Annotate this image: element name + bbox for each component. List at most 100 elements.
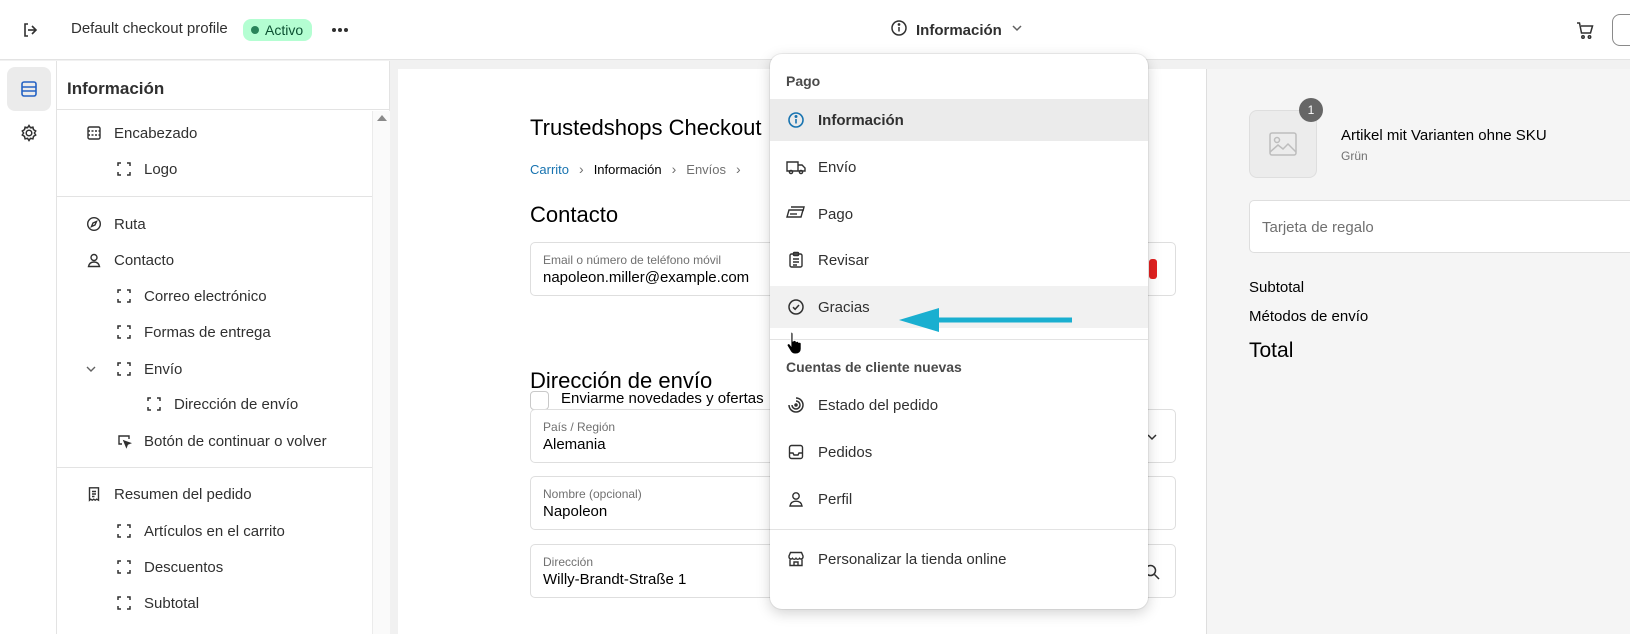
sidebar-item-label: Envío — [144, 360, 183, 378]
settings-icon[interactable] — [7, 111, 51, 155]
menu-item-estado-pedido[interactable]: Estado del pedido — [770, 384, 1148, 426]
sidebar-item-label: Ruta — [114, 215, 146, 233]
sidebar-item-articulos[interactable]: Artículos en el carrito — [113, 519, 285, 543]
chevron-down-icon[interactable] — [83, 361, 99, 377]
block-icon — [143, 393, 165, 415]
product-name: Artikel mit Varianten ohne SKU — [1341, 127, 1547, 144]
sidebar-item-label: Correo electrónico — [144, 287, 267, 305]
block-icon — [113, 358, 135, 380]
sidebar-title: Información — [67, 79, 165, 98]
product-variant: Grün — [1341, 149, 1368, 163]
sidebar-item-label: Resumen del pedido — [114, 485, 252, 503]
menu-divider — [770, 529, 1148, 530]
preview-toggle-button[interactable] — [1612, 14, 1630, 46]
sidebar-item-resumen[interactable]: Resumen del pedido — [83, 482, 252, 506]
menu-item-label: Pago — [818, 205, 854, 223]
info-icon — [890, 19, 908, 41]
shop-badge-icon — [1149, 259, 1157, 279]
top-bar: Default checkout profile Activo Informac… — [0, 0, 1630, 60]
sections-icon[interactable] — [7, 67, 51, 111]
info-icon — [786, 110, 806, 130]
menu-item-label: Información — [818, 111, 904, 129]
status-badge: Activo — [243, 19, 313, 41]
menu-item-label: Pedidos — [818, 443, 873, 461]
menu-item-label: Estado del pedido — [818, 396, 939, 414]
country-label: País / Región — [543, 420, 616, 434]
scrollbar[interactable] — [372, 111, 390, 634]
block-icon — [113, 158, 135, 180]
exit-icon[interactable] — [18, 18, 42, 42]
header-icon — [83, 122, 105, 144]
status-dot — [251, 26, 259, 34]
menu-item-revisar[interactable]: Revisar — [770, 239, 1148, 281]
menu-item-informacion[interactable]: Información — [770, 99, 1148, 141]
sidebar-item-subtotal[interactable]: Subtotal — [113, 591, 199, 615]
breadcrumb-shipping: Envíos — [686, 161, 727, 177]
page-selector[interactable]: Información — [890, 18, 1024, 42]
sidebar-item-formas-entrega[interactable]: Formas de entrega — [113, 320, 271, 344]
person-icon — [83, 249, 105, 271]
cart-icon[interactable] — [1574, 19, 1598, 43]
total-label: Total — [1249, 339, 1294, 362]
check-circle-icon — [786, 297, 806, 317]
left-rail — [0, 61, 57, 634]
menu-item-label: Gracias — [818, 298, 870, 316]
scroll-up-arrow[interactable] — [377, 115, 387, 121]
menu-item-personalizar-tienda[interactable]: Personalizar la tienda online — [770, 538, 1148, 580]
sidebar-item-label: Formas de entrega — [144, 323, 271, 341]
sidebar-item-logo[interactable]: Logo — [113, 157, 177, 181]
country-value: Alemania — [543, 436, 606, 453]
menu-group-heading: Cuentas de cliente nuevas — [786, 359, 962, 375]
name-label: Nombre (opcional) — [543, 487, 642, 501]
menu-item-perfil[interactable]: Perfil — [770, 478, 1148, 520]
clipboard-icon — [786, 250, 806, 270]
menu-item-pago[interactable]: Pago — [770, 193, 1148, 235]
sidebar-item-envio[interactable]: Envío — [86, 357, 183, 381]
subtotal-label: Subtotal — [1249, 279, 1305, 296]
breadcrumb-cart[interactable]: Carrito — [530, 162, 569, 177]
breadcrumb-info: Información — [593, 161, 662, 177]
shipping-methods-label: Métodos de envío — [1249, 308, 1369, 325]
sidebar-item-label: Artículos en el carrito — [144, 522, 285, 540]
sidebar-item-direccion-envio[interactable]: Dirección de envío — [143, 392, 298, 416]
store-title: Trustedshops Checkout — [530, 115, 762, 140]
menu-item-label: Envío — [818, 158, 857, 176]
menu-item-pedidos[interactable]: Pedidos — [770, 431, 1148, 473]
profile-name: Default checkout profile — [71, 20, 228, 37]
page-selector-label: Información — [916, 21, 1002, 39]
sidebar-item-label: Logo — [144, 160, 178, 178]
sidebar-item-contacto[interactable]: Contacto — [83, 248, 174, 272]
sidebar-item-descuentos[interactable]: Descuentos — [113, 555, 223, 579]
block-icon — [113, 285, 135, 307]
sidebar-item-label: Botón de continuar o volver — [144, 432, 327, 450]
person-icon — [786, 489, 806, 509]
sidebar-item-label: Encabezado — [114, 124, 198, 142]
menu-group-heading: Pago — [786, 73, 821, 89]
block-icon — [113, 556, 135, 578]
menu-item-label: Perfil — [818, 490, 853, 508]
block-icon — [113, 592, 135, 614]
email-value: napoleon.miller@example.com — [543, 269, 750, 286]
email-label: Email o número de teléfono móvil — [543, 253, 722, 267]
name-value: Napoleon — [543, 503, 608, 520]
compass-icon — [83, 213, 105, 235]
divider — [57, 196, 372, 197]
sidebar-item-boton-continuar[interactable]: Botón de continuar o volver — [113, 429, 327, 453]
menu-item-label: Revisar — [818, 251, 869, 269]
sidebar-item-encabezado[interactable]: Encabezado — [83, 121, 197, 145]
gift-card-input[interactable]: Tarjeta de regalo — [1249, 200, 1630, 253]
more-icon[interactable] — [328, 18, 352, 42]
sidebar-item-label: Subtotal — [144, 594, 200, 612]
divider — [57, 109, 390, 110]
gift-card-placeholder: Tarjeta de regalo — [1262, 219, 1374, 236]
payment-icon — [786, 204, 806, 224]
block-icon — [113, 321, 135, 343]
receipt-icon — [83, 483, 105, 505]
divider — [57, 467, 372, 468]
sidebar-item-correo[interactable]: Correo electrónico — [113, 284, 267, 308]
menu-item-envio[interactable]: Envío — [770, 146, 1148, 188]
order-summary: 1 Artikel mit Varianten ohne SKU Grün Ta… — [1206, 69, 1630, 634]
sidebar-item-label: Descuentos — [144, 558, 224, 576]
annotation-arrow-icon — [899, 308, 1072, 332]
sidebar-item-ruta[interactable]: Ruta — [83, 212, 146, 236]
